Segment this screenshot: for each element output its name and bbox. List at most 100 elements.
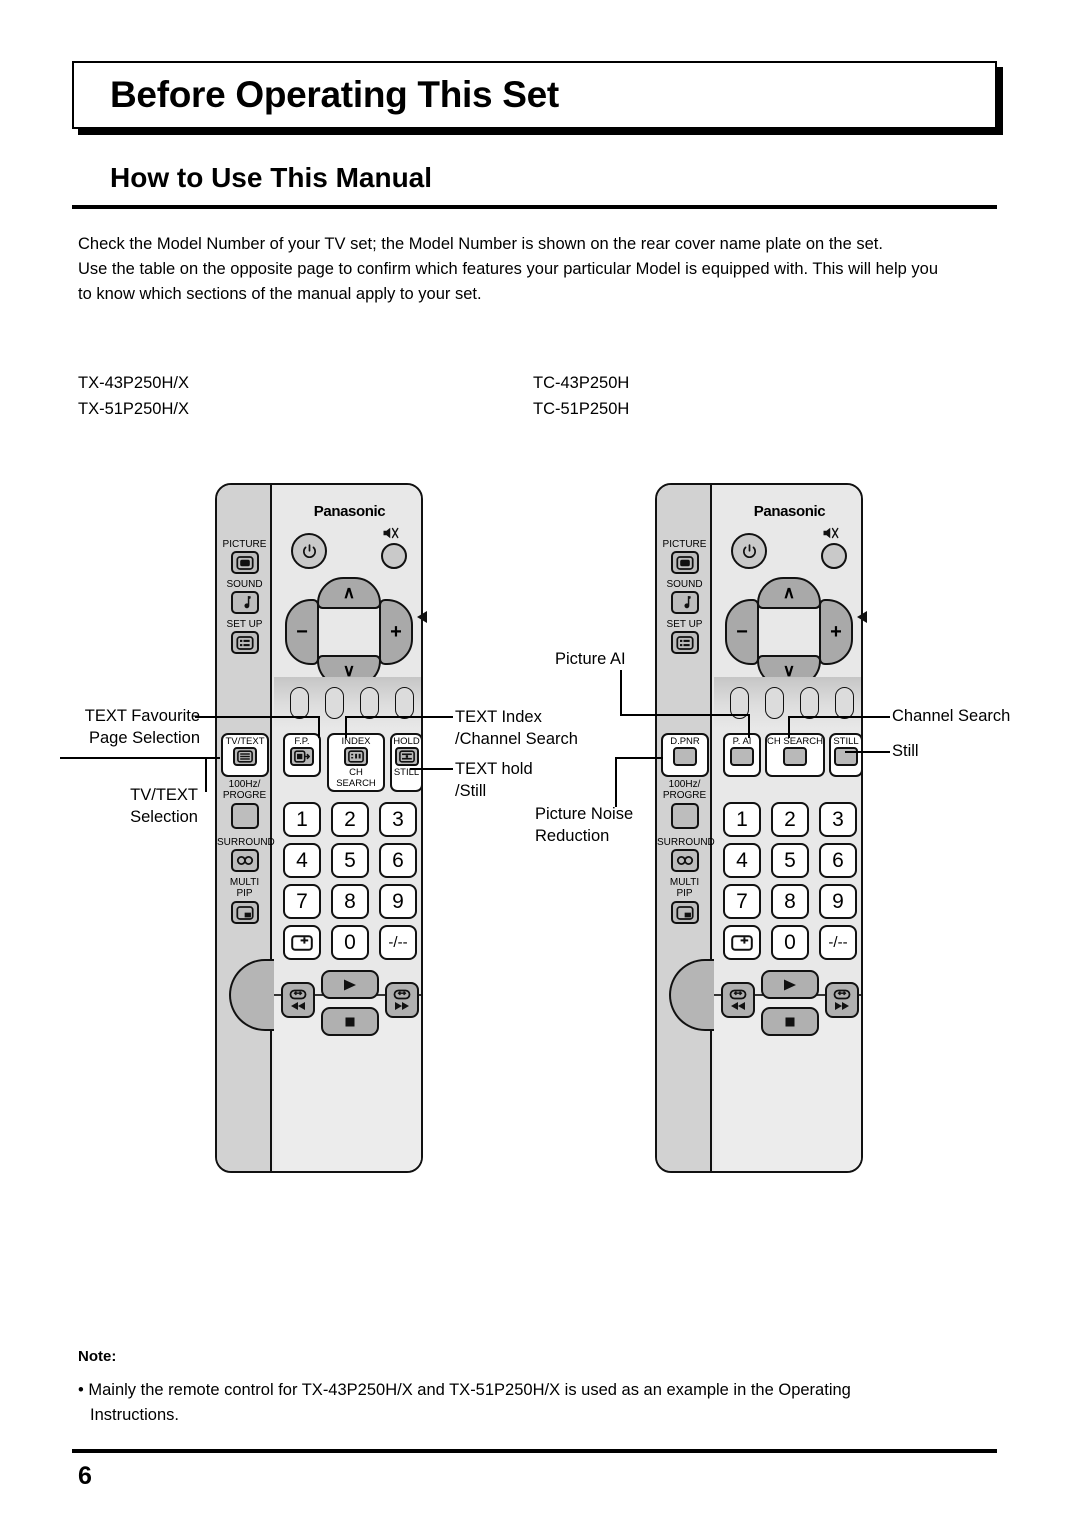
tv-text-key[interactable]	[233, 747, 257, 766]
picture-icon	[236, 555, 254, 570]
key-6[interactable]: 6	[379, 843, 417, 878]
key-8[interactable]: 8	[771, 884, 809, 919]
colour-button-green[interactable]	[325, 687, 344, 719]
volume-up-button[interactable]: +	[379, 599, 413, 665]
colour-button-yellow[interactable]	[800, 687, 819, 719]
picture-ai-button[interactable]: P. AI	[723, 733, 761, 777]
hold-still-button[interactable]: HOLD STILL	[390, 733, 423, 792]
hold-icon	[398, 750, 415, 763]
setup-button[interactable]	[671, 631, 699, 654]
rewind-icon	[729, 989, 747, 1010]
picture-icon	[676, 555, 694, 570]
colour-button-green[interactable]	[765, 687, 784, 719]
note-heading: Note:	[78, 1348, 117, 1365]
callout-line-pai-v	[620, 670, 622, 714]
play-button[interactable]	[761, 970, 819, 999]
page-title-box: Before Operating This Set	[72, 61, 997, 129]
key-5[interactable]: 5	[331, 843, 369, 878]
setup-button[interactable]	[231, 631, 259, 654]
key-0[interactable]: 0	[771, 925, 809, 960]
multi-pip-button[interactable]	[231, 901, 259, 924]
rewind-button[interactable]	[281, 982, 315, 1018]
hold-key[interactable]	[394, 747, 419, 766]
hundred-hz-button[interactable]	[671, 803, 699, 829]
dpnr-key[interactable]	[673, 747, 697, 766]
colour-button-red[interactable]	[290, 687, 309, 719]
callout-line-favourite-h	[195, 716, 320, 718]
note-line-2: Instructions.	[90, 1406, 179, 1424]
picture-label: PICTURE	[662, 539, 707, 550]
volume-up-button[interactable]: +	[819, 599, 853, 665]
key-picture-mode[interactable]	[283, 925, 321, 960]
multi-pip-button[interactable]	[671, 901, 699, 924]
fp-key[interactable]	[290, 747, 314, 766]
colour-button-blue[interactable]	[395, 687, 414, 719]
key-6[interactable]: 6	[819, 843, 857, 878]
key-4[interactable]: 4	[723, 843, 761, 878]
key-9[interactable]: 9	[819, 884, 857, 919]
still-key[interactable]	[834, 747, 858, 766]
rewind-button[interactable]	[721, 982, 755, 1018]
colour-button-blue[interactable]	[835, 687, 854, 719]
fast-forward-button[interactable]	[385, 982, 419, 1018]
model-number-list: TX-43P250H/X TC-43P250H TX-51P250H/X TC-…	[78, 370, 778, 422]
channel-up-button[interactable]: ∧	[757, 577, 821, 609]
stop-button[interactable]	[761, 1007, 819, 1036]
dpnr-button[interactable]: D.PNR	[661, 733, 709, 777]
tv-text-button[interactable]: TV/TEXT	[221, 733, 269, 777]
key-9[interactable]: 9	[379, 884, 417, 919]
key-dash[interactable]: -/--	[819, 925, 857, 960]
key-5[interactable]: 5	[771, 843, 809, 878]
key-7[interactable]: 7	[723, 884, 761, 919]
key-picture-mode[interactable]	[723, 925, 761, 960]
picture-ai-key[interactable]	[730, 747, 754, 766]
ch-search-key[interactable]	[783, 747, 807, 766]
volume-down-button[interactable]: −	[285, 599, 319, 665]
key-8[interactable]: 8	[331, 884, 369, 919]
hundred-hz-button[interactable]	[231, 803, 259, 829]
picture-label: PICTURE	[222, 539, 267, 550]
key-1[interactable]: 1	[283, 802, 321, 837]
model-row: TX-51P250H/X TC-51P250H	[78, 396, 778, 422]
sound-label: SOUND	[666, 579, 703, 590]
index-chsearch-button[interactable]: INDEX CH SEARCH	[327, 733, 385, 792]
key-4[interactable]: 4	[283, 843, 321, 878]
mute-button[interactable]	[381, 543, 407, 569]
power-button[interactable]	[291, 533, 327, 569]
key-2[interactable]: 2	[771, 802, 809, 837]
sound-button[interactable]	[231, 591, 259, 614]
surround-button[interactable]	[671, 849, 699, 872]
teletext-icon	[237, 750, 253, 763]
key-7[interactable]: 7	[283, 884, 321, 919]
sound-button[interactable]	[671, 591, 699, 614]
key-3[interactable]: 3	[379, 802, 417, 837]
channel-up-button[interactable]: ∧	[317, 577, 381, 609]
model-tx-2: TX-51P250H/X	[78, 400, 189, 418]
key-2[interactable]: 2	[331, 802, 369, 837]
still-button-label: STILL	[833, 736, 859, 747]
remote-control-tx: Panasonic ∧ ∨ − + I/II ¢©/∇ TV/AV PICTUR…	[215, 483, 427, 1173]
still-button[interactable]: STILL	[829, 733, 863, 777]
picture-button[interactable]	[671, 551, 699, 574]
key-3[interactable]: 3	[819, 802, 857, 837]
colour-button-yellow[interactable]	[360, 687, 379, 719]
mute-button[interactable]	[821, 543, 847, 569]
power-button[interactable]	[731, 533, 767, 569]
index-key[interactable]	[344, 747, 368, 766]
volume-down-button[interactable]: −	[725, 599, 759, 665]
hundred-hz-label: 100Hz/ PROGRE	[662, 779, 707, 801]
fp-button[interactable]: F.P.	[283, 733, 321, 777]
callout-picture-noise: Picture Noise Reduction	[535, 805, 634, 845]
key-1[interactable]: 1	[723, 802, 761, 837]
key-0[interactable]: 0	[331, 925, 369, 960]
ch-search-button-label: CH SEARCH	[767, 736, 823, 747]
page-root: Before Operating This Set How to Use Thi…	[0, 0, 1080, 1528]
key-dash[interactable]: -/--	[379, 925, 417, 960]
picture-button[interactable]	[231, 551, 259, 574]
play-button[interactable]	[321, 970, 379, 999]
fast-forward-button[interactable]	[825, 982, 859, 1018]
stop-button[interactable]	[321, 1007, 379, 1036]
surround-button[interactable]	[231, 849, 259, 872]
ch-search-button[interactable]: CH SEARCH	[765, 733, 825, 777]
callout-line-index-v	[345, 716, 347, 738]
